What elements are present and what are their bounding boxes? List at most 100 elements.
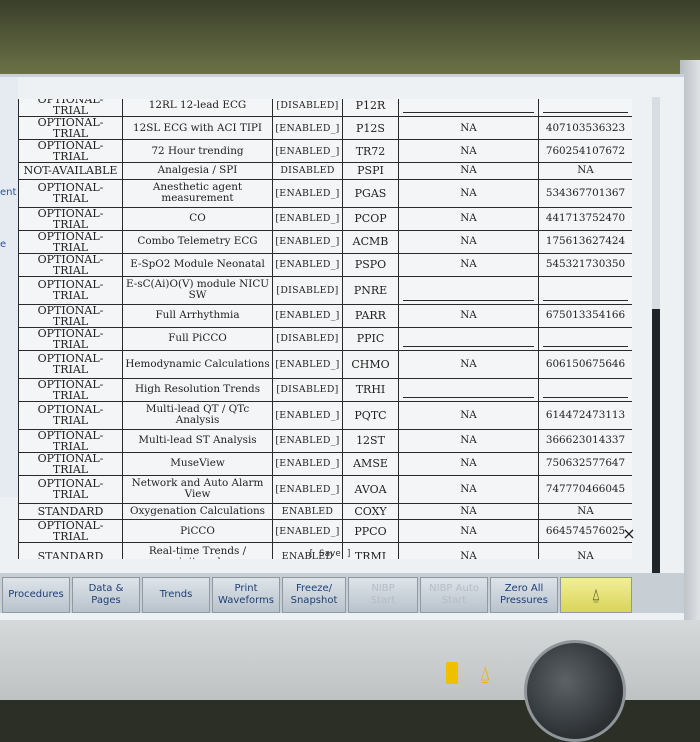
left-panel-text-a: ent xyxy=(0,187,17,198)
row-option-code: PSPO xyxy=(342,252,399,277)
row-license-key: 750632577647 xyxy=(538,451,632,476)
save-button[interactable]: [ Save ] xyxy=(300,549,360,563)
row-enable-state: [ENABLED_] xyxy=(272,229,343,254)
alarm-icon[interactable]: ⍙ xyxy=(560,577,632,613)
row-na-value: NA xyxy=(398,206,539,231)
table-row[interactable]: OPTIONAL-TRIAL Multi-lead ST Analysis [ENA… xyxy=(18,428,632,453)
row-license-key: 407103536323 xyxy=(538,116,632,140)
row-enable-state: ENABLED xyxy=(272,502,343,520)
row-option-code: AMSE xyxy=(342,451,399,476)
table-row[interactable]: OPTIONAL-TRIAL Full Arrhythmia [ENABLED_] P… xyxy=(18,303,632,328)
row-option-code: AVOA xyxy=(342,474,399,504)
row-option-code: PNRE xyxy=(342,275,399,305)
table-row[interactable]: OPTIONAL-TRIAL Network and Auto Alarm Vie… xyxy=(18,474,632,504)
row-option-name: High Resolution Trends xyxy=(122,377,273,402)
row-status: OPTIONAL-TRIAL xyxy=(18,377,123,402)
table-row[interactable]: STANDARD Oxygenation Calculations ENABLED C… xyxy=(18,502,632,520)
row-option-name: CO xyxy=(122,206,273,231)
row-option-code: COXY xyxy=(342,502,399,520)
nibp-auto-start-button[interactable]: NIBP Auto Start xyxy=(420,577,488,613)
power-indicator-led xyxy=(446,662,458,684)
close-icon[interactable]: × xyxy=(620,525,638,543)
row-option-name: Full PiCCO xyxy=(122,326,273,351)
row-enable-state: [ENABLED_] xyxy=(272,178,343,208)
row-option-code: PGAS xyxy=(342,178,399,208)
table-row[interactable]: OPTIONAL-TRIAL E-SpO2 Module Neonatal [ENA… xyxy=(18,252,632,277)
table-row[interactable]: NOT-AVAILABLE Analgesia / SPI DISABLED PSPI… xyxy=(18,162,632,180)
row-enable-state: [ENABLED_] xyxy=(272,428,343,453)
procedures-button[interactable]: Procedures xyxy=(2,577,70,613)
row-enable-state: [DISABLED] xyxy=(272,275,343,305)
table-row[interactable]: OPTIONAL-TRIAL Multi-lead QT / QTc Analys… xyxy=(18,400,632,430)
row-option-code: P12S xyxy=(342,116,399,140)
table-row[interactable]: OPTIONAL-TRIAL Anesthetic agent measureme… xyxy=(18,178,632,208)
row-enable-state: [ENABLED_] xyxy=(272,206,343,231)
row-license-key: 664574576025 xyxy=(538,519,632,543)
table-row[interactable]: OPTIONAL-TRIAL CO [ENABLED_] PCOP NA 44171375… xyxy=(18,206,632,231)
print-waveforms-button[interactable]: Print Waveforms xyxy=(212,577,280,613)
data-and-pages-button[interactable]: Data & Pages xyxy=(72,577,140,613)
trends-button[interactable]: Trends xyxy=(142,577,210,613)
row-license-key xyxy=(538,275,632,305)
row-option-code: PPCO xyxy=(342,519,399,543)
row-license-key: 175613627424 xyxy=(538,229,632,254)
row-status: OPTIONAL-TRIAL xyxy=(18,326,123,351)
row-status: OPTIONAL-TRIAL xyxy=(18,303,123,328)
row-license-key: 614472473113 xyxy=(538,400,632,430)
table-row[interactable]: OPTIONAL-TRIAL Full PiCCO [DISABLED] PPIC xyxy=(18,326,632,351)
table-row[interactable]: OPTIONAL-TRIAL 12RL 12-lead ECG [DISABLED]… xyxy=(18,99,632,117)
row-option-name: Multi-lead QT / QTc Analysis xyxy=(122,400,273,430)
row-status: OPTIONAL-TRIAL xyxy=(18,451,123,476)
table-row[interactable]: OPTIONAL-TRIAL High Resolution Trends [DIS… xyxy=(18,377,632,402)
row-option-name: Full Arrhythmia xyxy=(122,303,273,328)
row-option-code: PPIC xyxy=(342,326,399,351)
row-na-value: NA xyxy=(398,252,539,277)
row-na-value xyxy=(398,377,539,402)
row-option-name: Analgesia / SPI xyxy=(122,162,273,180)
rotary-knob[interactable] xyxy=(524,640,626,742)
row-license-key: NA xyxy=(538,162,632,180)
row-na-value: NA xyxy=(398,451,539,476)
row-status: OPTIONAL-TRIAL xyxy=(18,349,123,379)
row-status: OPTIONAL-TRIAL xyxy=(18,428,123,453)
table-scrollbar-thumb[interactable] xyxy=(652,309,660,595)
table-row[interactable]: OPTIONAL-TRIAL E-sC(Ai)O(V) module NICU S… xyxy=(18,275,632,305)
table-row[interactable]: OPTIONAL-TRIAL 72 Hour trending [ENABLED_]… xyxy=(18,139,632,163)
row-enable-state: [ENABLED_] xyxy=(272,400,343,430)
row-enable-state: [DISABLED] xyxy=(272,377,343,402)
row-enable-state: DISABLED xyxy=(272,162,343,180)
row-option-code: P12R xyxy=(342,99,399,117)
row-enable-state: [ENABLED_] xyxy=(272,474,343,504)
software-options-table: OPTIONAL-TRIAL 12RL 12-lead ECG [DISABLED]… xyxy=(18,99,632,559)
row-status: OPTIONAL-TRIAL xyxy=(18,99,123,117)
row-option-code: PQTC xyxy=(342,400,399,430)
row-status: OPTIONAL-TRIAL xyxy=(18,252,123,277)
row-option-code: PCOP xyxy=(342,206,399,231)
table-row[interactable]: OPTIONAL-TRIAL MuseView [ENABLED_] AMSE NA 75… xyxy=(18,451,632,476)
row-enable-state: [ENABLED_] xyxy=(272,116,343,140)
row-status: OPTIONAL-TRIAL xyxy=(18,519,123,543)
row-option-name: Oxygenation Calculations xyxy=(122,502,273,520)
row-license-key xyxy=(538,377,632,402)
row-license-key: 760254107672 xyxy=(538,139,632,163)
row-option-code: CHMO xyxy=(342,349,399,379)
nibp-start-button[interactable]: NIBP Start xyxy=(348,577,418,613)
table-row[interactable]: OPTIONAL-TRIAL Hemodynamic Calculations [E… xyxy=(18,349,632,379)
freeze-snapshot-button[interactable]: Freeze/ Snapshot xyxy=(282,577,346,613)
zero-all-pressures-button[interactable]: Zero All Pressures xyxy=(490,577,558,613)
row-option-name: 12SL ECG with ACI TIPI xyxy=(122,116,273,140)
row-option-name: Anesthetic agent measurement xyxy=(122,178,273,208)
row-na-value: NA xyxy=(398,502,539,520)
table-row[interactable]: OPTIONAL-TRIAL 12SL ECG with ACI TIPI [ENA… xyxy=(18,116,632,140)
row-na-value: NA xyxy=(398,519,539,543)
row-status: STANDARD xyxy=(18,542,123,559)
row-na-value: NA xyxy=(398,116,539,140)
row-status: OPTIONAL-TRIAL xyxy=(18,400,123,430)
table-row[interactable]: OPTIONAL-TRIAL PiCCO [ENABLED_] PPCO NA 66457… xyxy=(18,519,632,543)
row-option-name: Real-time Trends / minitrends xyxy=(122,542,273,559)
row-option-code: PARR xyxy=(342,303,399,328)
row-status: OPTIONAL-TRIAL xyxy=(18,229,123,254)
row-option-name: E-SpO2 Module Neonatal xyxy=(122,252,273,277)
row-status: OPTIONAL-TRIAL xyxy=(18,178,123,208)
table-row[interactable]: OPTIONAL-TRIAL Combo Telemetry ECG [ENABLE… xyxy=(18,229,632,254)
